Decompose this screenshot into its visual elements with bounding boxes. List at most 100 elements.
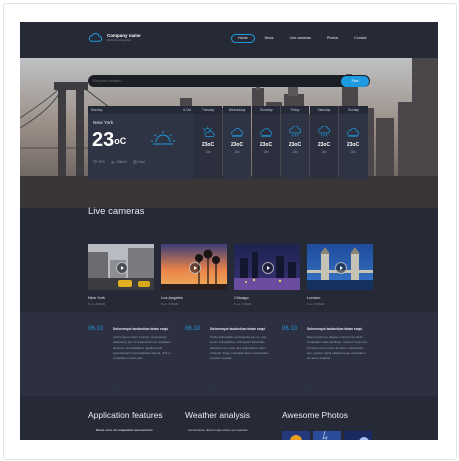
- camera-city: Los Angeles: [161, 295, 183, 300]
- forecast-low: 18o: [350, 150, 356, 154]
- camera-card[interactable]: New York 8 oct, 8:00AM: [88, 244, 154, 306]
- sunset-photo: [344, 431, 372, 440]
- forecast-day: Friday 23oC 18o: [281, 106, 309, 179]
- awesome-photos-title: Awesome Photos: [282, 410, 348, 420]
- forecast-high: 23oC: [259, 142, 273, 148]
- footer-features: Application features Natus error sit vol…: [20, 396, 438, 440]
- forecast-day-name: Wednesday: [223, 106, 251, 114]
- news-date: 06.10: [282, 326, 298, 332]
- wind-stat: 18km/h: [111, 160, 127, 164]
- forecast-low: 18o: [205, 150, 211, 154]
- sky-photo: [313, 430, 341, 440]
- sunny-icon: [151, 131, 175, 145]
- today-stats: 20% 18km/h East: [93, 160, 145, 164]
- camera-thumbnail[interactable]: [88, 244, 154, 290]
- forecast-high: 23oC: [288, 142, 302, 148]
- forecast-day: Sunday 23oC 18o: [339, 106, 368, 179]
- camera-card[interactable]: Los Angeles 8 oct, 8:00AM: [161, 244, 227, 306]
- today-temperature: 23oC: [92, 129, 127, 151]
- forecast-day-name: Friday: [281, 106, 309, 114]
- news-section: 06.10 Doloremque laudantium totam sequi …: [20, 312, 438, 396]
- forecast-low: 18o: [292, 150, 298, 154]
- forecast-low: 18o: [263, 150, 269, 154]
- forecast-day: Wednesday 23oC 18o: [223, 106, 251, 179]
- hero-banner: Find Monday 6 Oct New York 23oC: [20, 58, 438, 208]
- lightning-photo: [282, 431, 310, 440]
- camera-thumbnail[interactable]: [161, 244, 227, 290]
- rain-cloud-icon: [289, 126, 301, 137]
- news-more-link[interactable]: ...: [307, 385, 310, 389]
- company-tagline: Optimized tag line: [107, 38, 132, 42]
- nav-news[interactable]: News: [257, 35, 282, 42]
- cloud-logo-icon: [88, 33, 102, 42]
- news-date: 06.10: [88, 326, 104, 332]
- camera-date: 8 oct, 8:00AM: [234, 302, 252, 306]
- camera-city: London: [307, 295, 321, 300]
- news-body: Enim possimus, aliquam corrupti rat. Eni…: [307, 335, 368, 361]
- news-more-link[interactable]: ...: [113, 385, 116, 389]
- location-search: Find: [88, 75, 370, 87]
- partly-sunny-icon: [202, 126, 215, 137]
- rain-cloud-icon: [318, 126, 330, 137]
- today-date: 6 Oct: [183, 108, 191, 112]
- find-button[interactable]: Find: [341, 75, 369, 87]
- photo-thumbnail[interactable]: [344, 430, 372, 440]
- direction-stat: East: [133, 160, 145, 164]
- news-body: Nobis quibusdam consequatur ea, ex, quo …: [210, 335, 269, 361]
- today-temperature-unit: oC: [114, 136, 127, 146]
- forecast-low: 18o: [321, 150, 327, 154]
- news-more-link[interactable]: ...: [210, 385, 213, 389]
- application-features-title: Application features: [88, 410, 163, 420]
- forecast-day-name: Thursday: [252, 106, 280, 114]
- play-icon[interactable]: [189, 262, 201, 274]
- camera-thumbnail[interactable]: [307, 244, 373, 290]
- forecast-day: Thursday 23oC 18o: [252, 106, 280, 179]
- nav-live-cameras[interactable]: Live cameras: [282, 35, 319, 42]
- compass-icon: [133, 160, 137, 164]
- nav-home[interactable]: Home: [231, 34, 255, 43]
- forecast-table: Monday 6 Oct New York 23oC 20% 18km/h Ea…: [88, 106, 372, 179]
- play-icon[interactable]: [116, 262, 128, 274]
- forecast-day-name: Sunday: [339, 106, 368, 114]
- camera-city: New York: [88, 295, 105, 300]
- news-date: 06.10: [185, 326, 201, 332]
- camera-date: 8 oct, 8:00AM: [88, 302, 106, 306]
- camera-date: 8 oct, 8:00AM: [307, 302, 325, 306]
- photo-thumbnail[interactable]: [313, 430, 341, 440]
- cloud-icon: [260, 128, 272, 137]
- camera-card[interactable]: Chicago 8 oct, 8:00AM: [234, 244, 300, 306]
- forecast-day: Saturday 23oC 18o: [310, 106, 338, 179]
- location-search-input[interactable]: [88, 76, 341, 86]
- camera-date: 8 oct, 8:00AM: [161, 302, 179, 306]
- weather-website: Company name Optimized tag line Home New…: [20, 22, 438, 440]
- main-nav: Home News Live cameras Photos Contact: [231, 34, 375, 43]
- forecast-high: 23oC: [317, 142, 331, 148]
- photo-thumbnail[interactable]: [282, 430, 310, 440]
- forecast-day-name: Saturday: [310, 106, 338, 114]
- news-title[interactable]: Doloremque laudantium totam sequi: [113, 327, 183, 331]
- camera-thumbnail[interactable]: [234, 244, 300, 290]
- umbrella-icon: [93, 160, 97, 164]
- forecast-day-name: Tuesday: [194, 106, 222, 114]
- forecast-low: 18o: [234, 150, 240, 154]
- site-header: Company name Optimized tag line Home New…: [20, 22, 438, 58]
- news-title[interactable]: Doloremque laudantium totam sequi: [210, 327, 280, 331]
- nav-contact[interactable]: Contact: [346, 35, 374, 42]
- today-city: New York: [93, 121, 114, 126]
- cloud-icon: [231, 128, 243, 137]
- news-body: Lorem ipsum dolor sit amet, consectetur …: [113, 335, 171, 361]
- play-icon[interactable]: [262, 262, 274, 274]
- cloud-icon: [347, 128, 359, 137]
- play-icon[interactable]: [335, 262, 347, 274]
- forecast-high: 23oC: [201, 142, 215, 148]
- feature-list-item: Natus error sit voluptatem accusantium: [96, 428, 153, 432]
- camera-card[interactable]: London 8 oct, 8:00AM: [307, 244, 373, 306]
- forecast-high: 23oC: [230, 142, 244, 148]
- today-forecast-card: Monday 6 Oct New York 23oC 20% 18km/h Ea…: [88, 106, 194, 179]
- camera-city: Chicago: [234, 295, 249, 300]
- forecast-high: 23oC: [346, 142, 360, 148]
- nav-photos[interactable]: Photos: [319, 35, 346, 42]
- news-title[interactable]: Doloremque laudantium totam sequi: [307, 327, 377, 331]
- analysis-list-item: Accusantium doloremque totam rem aperiam: [188, 428, 248, 432]
- logo[interactable]: Company name Optimized tag line: [88, 33, 141, 42]
